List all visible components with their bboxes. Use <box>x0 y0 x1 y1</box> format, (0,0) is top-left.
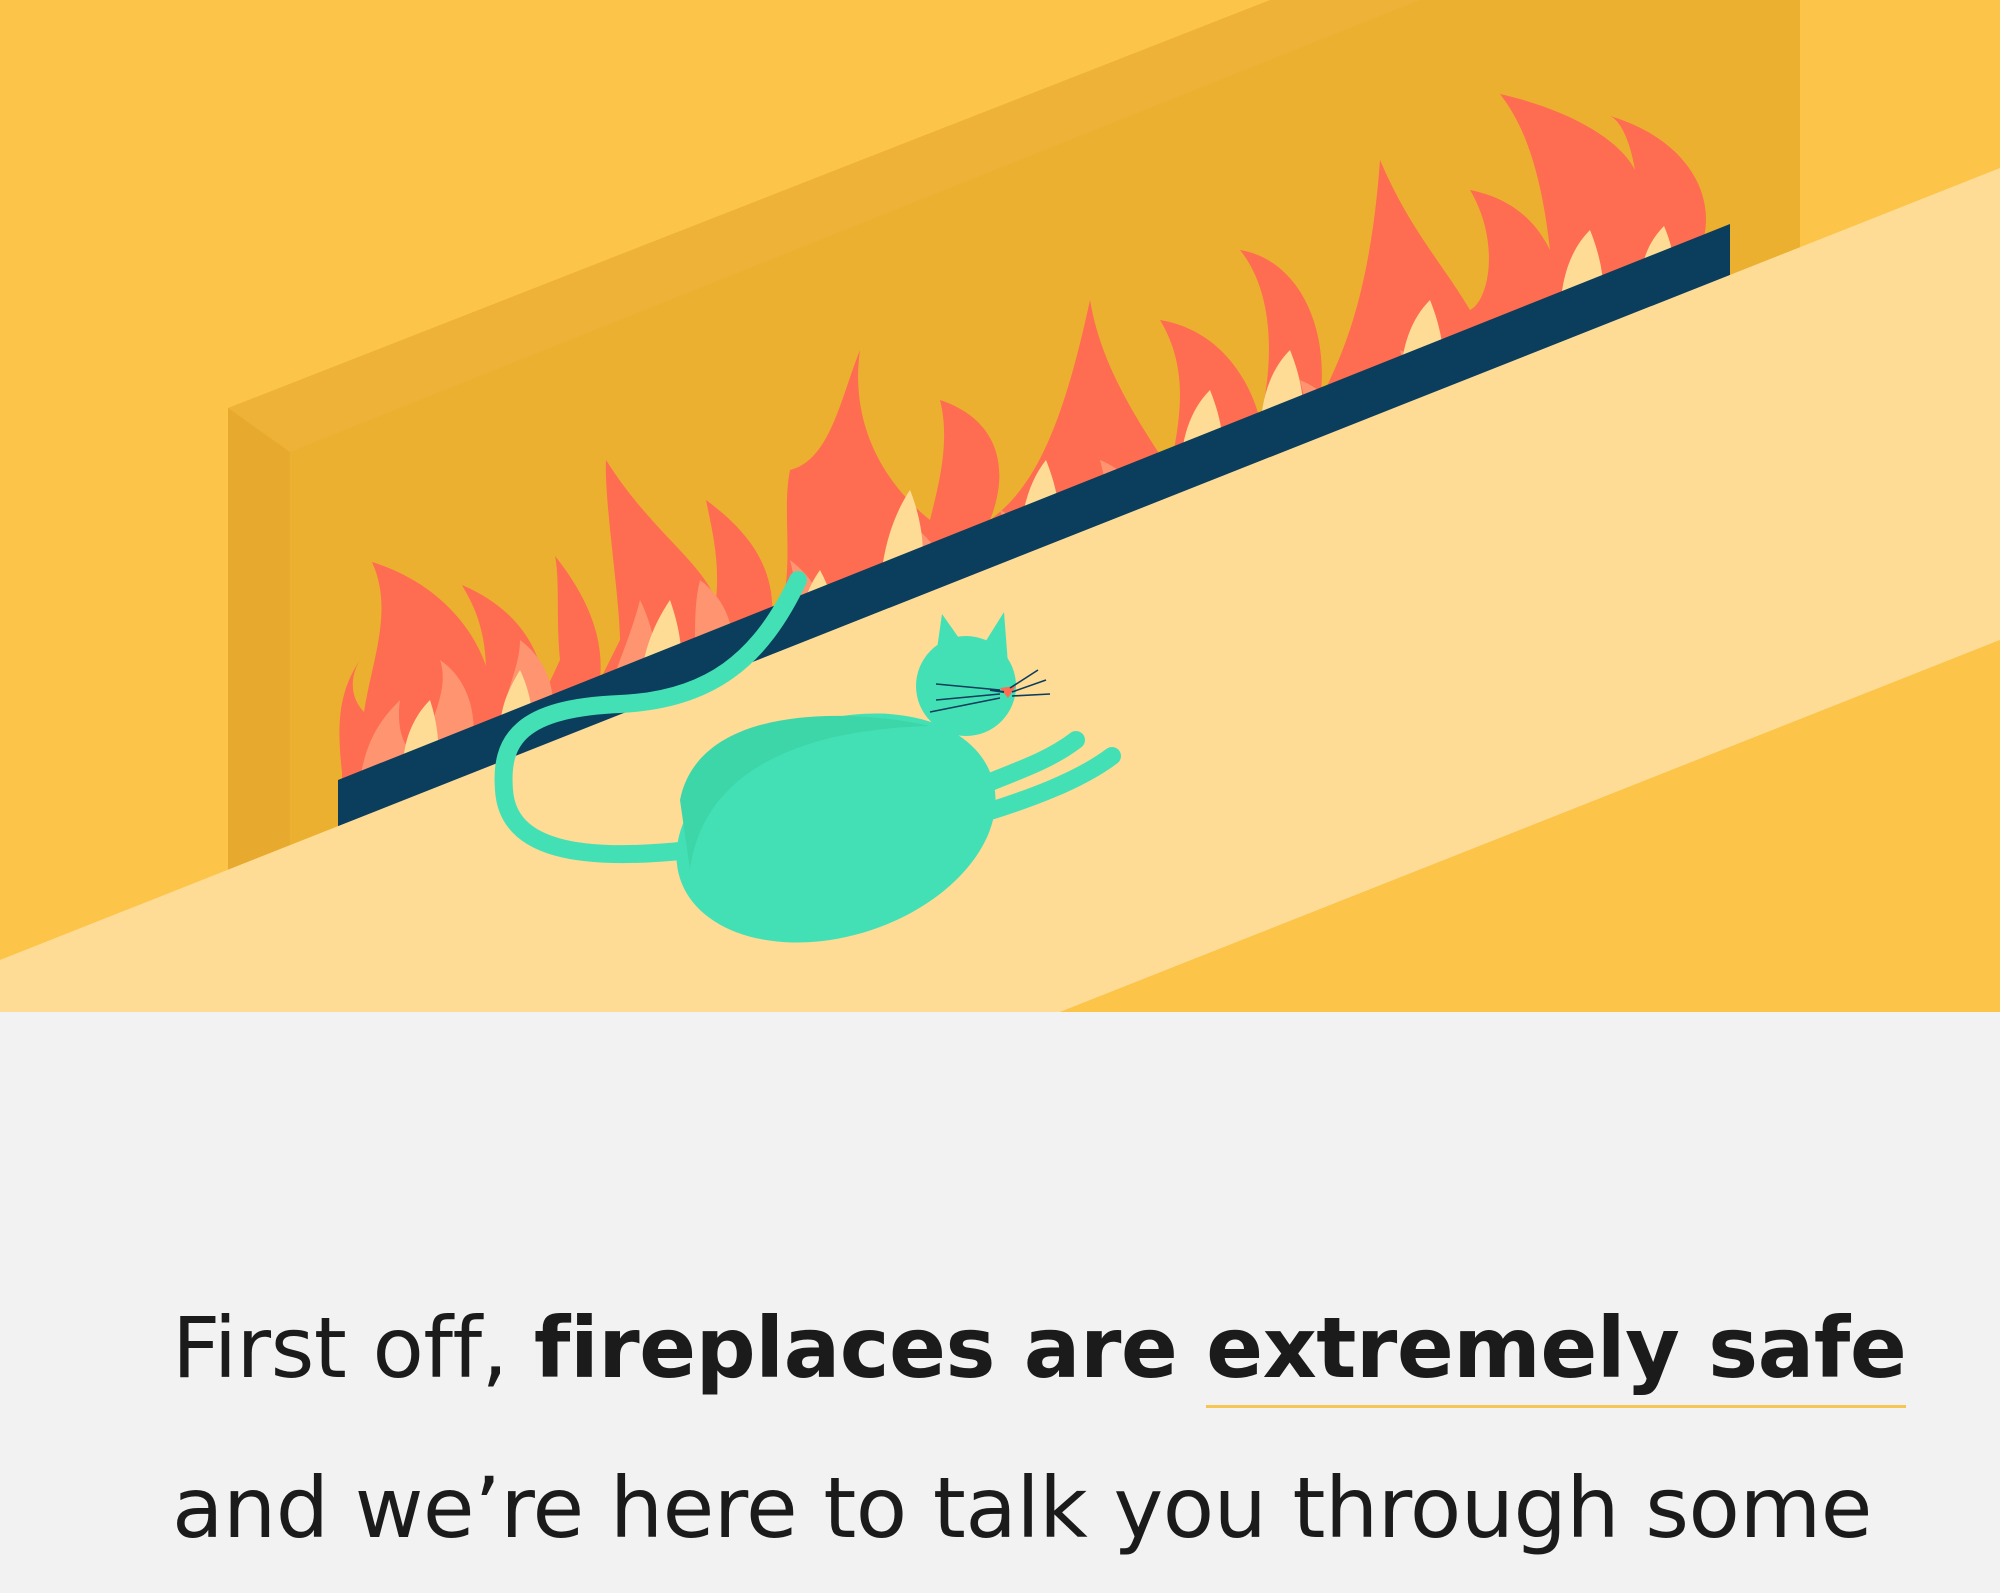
firebox-edge <box>228 408 290 876</box>
intro-text: First off, <box>172 1299 534 1397</box>
fireplace-illustration <box>0 0 2000 1012</box>
intro-line-2: and we’re here to talk you through some <box>172 1459 1872 1557</box>
intro-highlight-text: extremely safe <box>1206 1299 1907 1408</box>
intro-line-1: First off, fireplaces are extremely safe <box>172 1268 1972 1428</box>
intro-bold-text: fireplaces are <box>533 1299 1207 1397</box>
intro-paragraph: First off, fireplaces are extremely safe… <box>172 1268 1972 1588</box>
hero-illustration <box>0 0 2000 1012</box>
page: First off, fireplaces are extremely safe… <box>0 0 2000 1593</box>
